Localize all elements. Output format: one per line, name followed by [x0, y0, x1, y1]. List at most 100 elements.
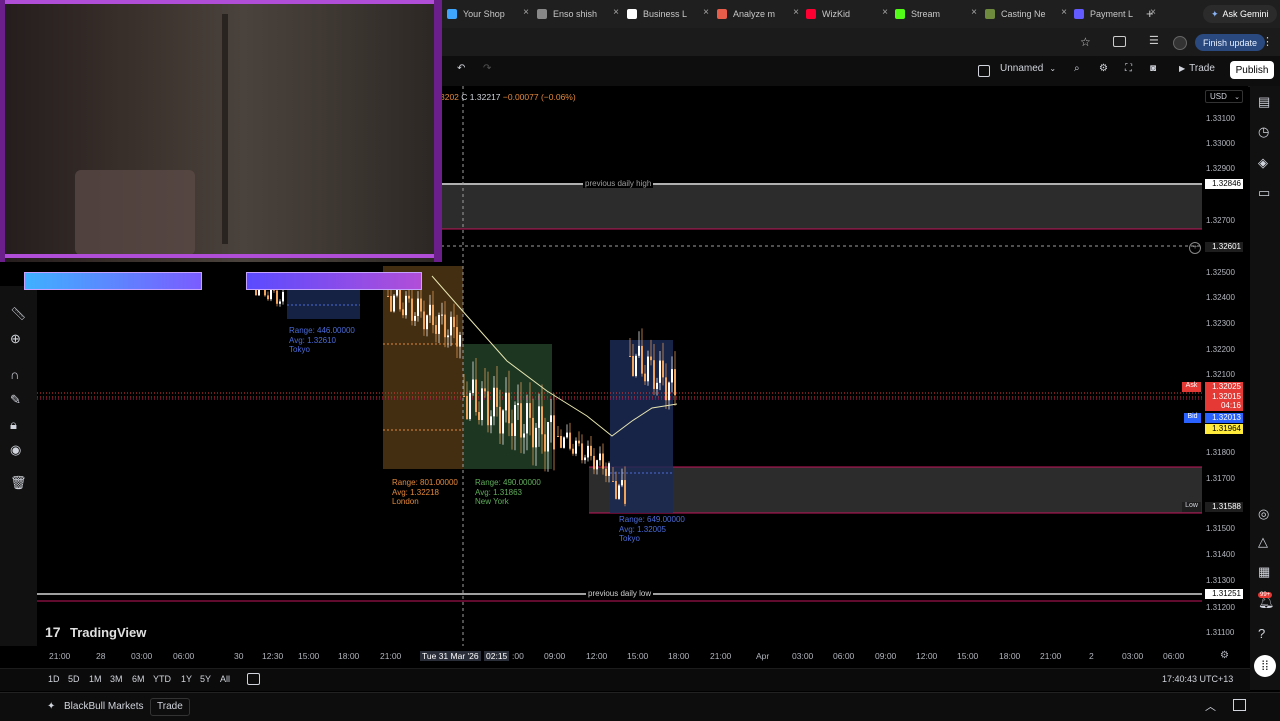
tab-favicon-icon — [537, 9, 547, 19]
layout-name-dropdown[interactable]: Unnamed ⌄ — [1000, 63, 1056, 74]
apps-grid-icon[interactable]: ⁞⁞ — [1254, 655, 1276, 677]
add-alert-icon[interactable]: + — [1189, 242, 1201, 254]
close-tab-icon[interactable]: × — [1061, 7, 1067, 18]
browser-tab[interactable]: Casting Ne × — [985, 4, 1067, 24]
magnet-icon[interactable]: ∩ — [10, 367, 19, 382]
range-button-3m[interactable]: 3M — [110, 674, 123, 684]
range-button-1y[interactable]: 1Y — [181, 674, 192, 684]
trash-icon[interactable]: 🗑︎ — [10, 475, 27, 491]
close-tab-icon[interactable]: × — [793, 7, 799, 18]
browser-tab[interactable]: Analyze m × — [717, 4, 799, 24]
price-tick-label: 1.32300 — [1206, 319, 1235, 328]
layout-icon[interactable] — [978, 65, 990, 77]
ruler-icon[interactable]: 📏︎ — [10, 306, 27, 322]
axis-settings-icon[interactable]: ⚙ — [1220, 650, 1229, 661]
settings-gear-icon[interactable]: ⚙ — [1099, 63, 1108, 74]
redo-icon[interactable]: ↷ — [483, 63, 491, 74]
chevron-up-icon[interactable]: ︿ — [1205, 698, 1216, 714]
candle-body — [505, 392, 507, 411]
camera-snapshot-icon[interactable]: ◙ — [1150, 63, 1156, 74]
range-button-1d[interactable]: 1D — [48, 674, 60, 684]
candle-body — [514, 405, 516, 436]
lock-icon[interactable]: 🔒︎ — [10, 417, 17, 433]
candle-body — [276, 290, 278, 304]
layout-name: Unnamed — [1000, 63, 1044, 74]
range-button-ytd[interactable]: YTD — [153, 674, 171, 684]
close-tab-icon[interactable]: × — [703, 7, 709, 18]
candle-body — [656, 382, 658, 389]
close-tab-icon[interactable]: × — [523, 7, 529, 18]
tab-label: Casting Ne — [1001, 9, 1046, 19]
bookmark-star-icon[interactable]: ☆ — [1080, 35, 1091, 49]
alerts-clock-icon[interactable]: ◷ — [1258, 124, 1269, 140]
session-label-newyork: Range: 490.00000 Avg: 1.31863 New York — [475, 478, 541, 506]
broker-name[interactable]: BlackBull Markets — [64, 701, 143, 712]
candle-body — [475, 379, 477, 413]
calendar-icon[interactable]: ▦ — [1258, 564, 1270, 580]
candle-body — [399, 287, 401, 310]
close-tab-icon[interactable]: × — [613, 7, 619, 18]
candle-body — [387, 296, 389, 297]
close-tab-icon[interactable]: × — [882, 7, 888, 18]
zoom-in-icon[interactable]: ⊕ — [10, 331, 21, 347]
profile-avatar[interactable] — [1173, 36, 1187, 50]
trade-arrow-icon: ▶ — [1179, 64, 1186, 73]
range-button-6m[interactable]: 6M — [132, 674, 145, 684]
browser-tab[interactable]: WizKid × — [806, 4, 888, 24]
undo-icon[interactable]: ↶ — [457, 63, 465, 74]
candle-body — [553, 415, 555, 450]
browser-tab[interactable]: Enso shish × — [537, 4, 619, 24]
triangle-icon[interactable]: △ — [1258, 534, 1268, 550]
range-button-5y[interactable]: 5Y — [200, 674, 211, 684]
currency-selector[interactable]: USD ⌄ — [1205, 90, 1243, 103]
candle-body — [569, 432, 571, 449]
range-button-all[interactable]: All — [220, 674, 230, 684]
browser-menu-icon[interactable]: ⋮ — [1262, 35, 1273, 48]
overlay-bar-right — [246, 272, 422, 290]
maximize-panel-icon[interactable] — [1233, 699, 1246, 711]
range-button-1m[interactable]: 1M — [89, 674, 102, 684]
browser-tab[interactable]: Your Shop × — [447, 4, 529, 24]
candle-body — [587, 445, 589, 458]
browser-tab[interactable]: Payment L × — [1074, 4, 1156, 24]
tradingview-logo-text: TradingView — [70, 625, 147, 640]
candle-body — [544, 434, 546, 452]
watchlist-icon[interactable]: ▤ — [1258, 94, 1270, 110]
eye-icon[interactable]: ◉ — [10, 442, 21, 458]
bid-badge: Bid — [1184, 413, 1201, 423]
price-tick-label: 1.31100 — [1206, 628, 1235, 637]
broker-trade-button[interactable]: Trade — [150, 698, 190, 716]
candle-body — [632, 356, 634, 377]
ask-gemini-button[interactable]: ✦ Ask Gemini — [1203, 5, 1277, 23]
browser-tab[interactable]: Business L × — [627, 4, 709, 24]
close-tab-icon[interactable]: × — [971, 7, 977, 18]
fullscreen-icon[interactable]: ⛶ — [1125, 63, 1132, 74]
help-icon[interactable]: ? — [1258, 626, 1265, 641]
target-icon[interactable]: ◎ — [1258, 506, 1269, 522]
quick-search-icon[interactable]: ⌕ — [1074, 63, 1080, 74]
candle-body — [615, 481, 617, 499]
webcam-frame-right — [434, 0, 442, 262]
candle-body — [596, 460, 598, 470]
candle-body — [508, 392, 510, 424]
price-tick-label: 1.32200 — [1206, 345, 1235, 354]
range-button-5d[interactable]: 5D — [68, 674, 80, 684]
tab-search-icon[interactable] — [1113, 36, 1126, 47]
trade-button[interactable]: ▶ Trade — [1179, 63, 1215, 74]
price-tick-label: 1.32900 — [1206, 164, 1235, 173]
chat-icon[interactable]: ▭ — [1258, 185, 1270, 201]
new-tab-button[interactable]: + — [1146, 6, 1154, 21]
prev-low-label: previous daily low — [586, 589, 654, 598]
pencil-lock-icon[interactable]: ✎ — [10, 392, 21, 408]
finish-update-button[interactable]: Finish update — [1195, 34, 1266, 51]
publish-button[interactable]: Publish — [1230, 61, 1274, 79]
layers-icon[interactable]: ◈ — [1258, 155, 1268, 171]
last-price: 1.32015 — [1212, 392, 1241, 401]
clock-readout[interactable]: 17:40:43 UTC+13 — [1162, 674, 1233, 684]
goto-date-icon[interactable] — [247, 673, 260, 685]
candle-body — [547, 422, 549, 452]
candle-body — [644, 373, 646, 382]
browser-tab[interactable]: Stream × — [895, 4, 977, 24]
tab-favicon-icon — [1074, 9, 1084, 19]
extensions-icon[interactable]: ☰ — [1149, 34, 1159, 47]
